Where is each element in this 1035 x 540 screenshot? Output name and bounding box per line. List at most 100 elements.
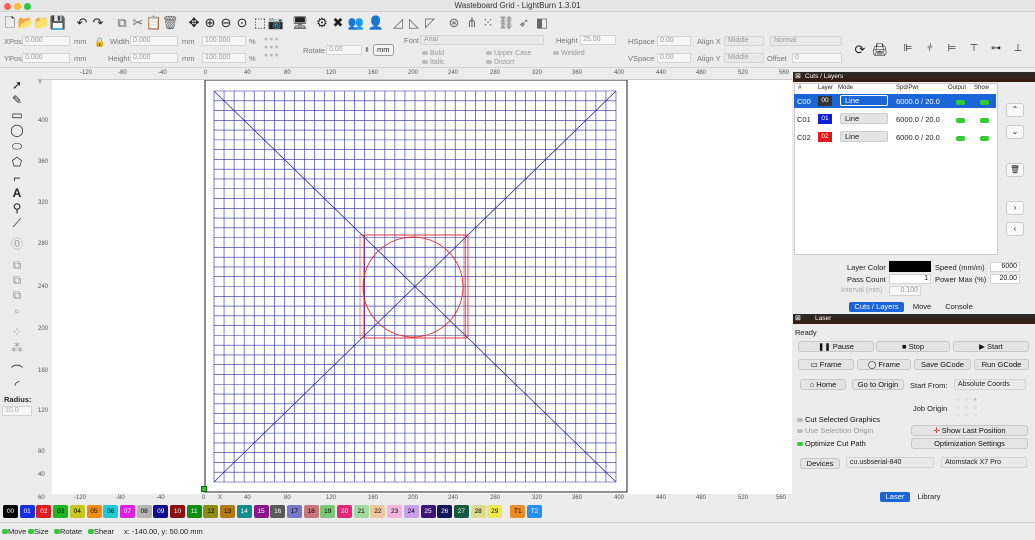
frame-button-1[interactable]: ▭ Frame [798, 359, 854, 370]
zoom-in-icon[interactable]: ⊕ [202, 13, 218, 31]
design-canvas[interactable] [52, 80, 792, 494]
device-select[interactable]: Atomstack X7 Pro [941, 457, 1027, 468]
palette-swatch-21[interactable]: 21 [353, 505, 369, 518]
output-toggle[interactable] [956, 134, 965, 143]
pass-count-field[interactable]: 1 [889, 274, 931, 284]
start-from-select[interactable]: Absolute Coords [954, 379, 1026, 390]
palette-swatch-12[interactable]: 12 [203, 505, 219, 518]
use-selection-origin-checkbox[interactable]: Use Selection Origin [797, 426, 873, 435]
align-top-icon[interactable]: ⊤ [966, 40, 982, 58]
alignx-select[interactable]: Middle [724, 36, 764, 46]
palette-swatch-07[interactable]: 07 [119, 505, 135, 518]
palette-swatch-16[interactable]: 16 [270, 505, 286, 518]
move-icon[interactable]: ✥ [186, 13, 202, 31]
circular-array-icon[interactable]: ⁂ [8, 341, 26, 355]
radius-field[interactable]: 10.0 [2, 406, 32, 416]
position-laser-icon[interactable]: ⚲ [8, 201, 26, 215]
size-toggle[interactable]: Size [28, 527, 49, 536]
optimization-settings-button[interactable]: Optimization Settings [911, 438, 1028, 449]
output-toggle[interactable] [956, 116, 965, 125]
monitor-icon[interactable]: 🖥 [292, 13, 309, 31]
aligny-select[interactable]: Middle [724, 53, 764, 63]
home-button[interactable]: ⌂ Home [800, 379, 846, 390]
zoom-out-icon[interactable]: ⊖ [218, 13, 234, 31]
cut-selected-checkbox[interactable]: Cut Selected Graphics [797, 415, 880, 424]
palette-swatch-13[interactable]: 13 [220, 505, 236, 518]
align-bottom-icon[interactable]: ⊥ [1010, 40, 1026, 58]
port-select[interactable]: cu.usbserial-840 [846, 457, 934, 468]
palette-swatch-20[interactable]: 20 [337, 505, 352, 518]
xpos-field[interactable]: 0.000 [22, 36, 70, 46]
output-toggle[interactable] [956, 98, 965, 107]
panel-close-icon[interactable]: ⊠ [795, 314, 801, 324]
palette-swatch-25[interactable]: 25 [420, 505, 436, 518]
panel-close-icon[interactable]: ⊠ [795, 72, 801, 82]
settings-icon[interactable]: ⚙ [314, 13, 330, 31]
palette-swatch-29[interactable]: 29 [487, 505, 503, 518]
chain-icon[interactable]: ⛓ [498, 13, 515, 31]
layer-row-c01[interactable]: C01 01 Line 6000.0 / 20.0 [794, 112, 996, 126]
shear-toggle[interactable]: Shear [88, 527, 114, 536]
tab-laser[interactable]: Laser [880, 492, 910, 502]
palette-swatch-19[interactable]: 19 [320, 505, 336, 518]
expand-right-button[interactable]: › [1006, 201, 1024, 215]
zoom-selection-icon[interactable]: ⬚ [252, 13, 268, 31]
align-right-icon[interactable]: ⊨ [944, 40, 960, 58]
target-icon[interactable]: ⊛ [446, 13, 462, 31]
paste-icon[interactable]: 📋 [146, 13, 162, 31]
palette-swatch-00[interactable]: 00 [3, 505, 18, 518]
canvas-svg[interactable] [52, 80, 792, 494]
laser-machine-icon[interactable]: 🖨 [872, 40, 889, 58]
refresh-icon[interactable]: ⟳ [852, 40, 868, 58]
tab-move[interactable]: Move [906, 302, 938, 312]
font-select[interactable]: Arial [420, 35, 544, 45]
start-button[interactable]: ▶ Start [953, 341, 1029, 352]
palette-swatch-11[interactable]: 11 [186, 505, 202, 518]
align-center-icon[interactable]: ⫩ [922, 40, 938, 58]
ellipse-tool-icon[interactable]: ◯ [8, 123, 26, 137]
palette-swatch-28[interactable]: 28 [470, 505, 486, 518]
palette-swatch-T2[interactable]: T2 [527, 505, 542, 518]
pentagon-tool-icon[interactable]: ⬠ [8, 155, 26, 169]
interval-field[interactable]: 0.100 [889, 286, 921, 296]
palette-swatch-18[interactable]: 18 [303, 505, 319, 518]
measure-tool-icon[interactable]: ⟋ [8, 216, 26, 230]
boolean-union-icon[interactable]: ⧉ [8, 258, 26, 272]
new-icon[interactable]: 🗋 [2, 13, 18, 31]
nodes-icon[interactable]: ⋔ [464, 13, 480, 31]
triangle-arrow-icon[interactable]: ◺ [406, 13, 422, 31]
hspace-field[interactable]: 0.00 [657, 36, 691, 46]
weld-icon[interactable]: ▫ [8, 304, 26, 318]
grid-array-icon[interactable]: ⁘ [8, 325, 26, 339]
mode-select[interactable]: Line [840, 113, 888, 124]
tools-icon[interactable]: ✖ [330, 13, 346, 31]
palette-swatch-T1[interactable]: T1 [510, 505, 526, 518]
palette-swatch-15[interactable]: 15 [253, 505, 269, 518]
palette-swatch-04[interactable]: 04 [69, 505, 85, 518]
collapse-left-button[interactable]: ‹ [1006, 222, 1024, 236]
open-icon[interactable]: 📂 [18, 13, 34, 31]
palette-swatch-08[interactable]: 08 [136, 505, 152, 518]
rotate-stepper-icon[interactable]: ⬍ [364, 46, 370, 54]
show-toggle[interactable] [980, 116, 989, 125]
arrow-icon[interactable]: ➶ [516, 13, 532, 31]
save-gcode-button[interactable]: Save GCode [914, 359, 971, 370]
show-last-position-button[interactable]: ✛ Show Last Position [911, 425, 1028, 436]
palette-swatch-01[interactable]: 01 [19, 505, 35, 518]
bold-checkbox[interactable]: Bold [422, 50, 444, 57]
rotate-field[interactable]: 0.00 [326, 45, 362, 55]
layer-color-swatch[interactable] [889, 261, 931, 272]
palette-swatch-02[interactable]: 02 [36, 505, 52, 518]
tab-library[interactable]: Library [913, 492, 945, 502]
edit-nodes-icon[interactable]: ✎ [8, 93, 26, 107]
tab-console[interactable]: Console [940, 302, 978, 312]
fill-icon[interactable]: ◧ [534, 13, 550, 31]
vspace-field[interactable]: 0.00 [657, 53, 691, 63]
rotate-toggle[interactable]: Rotate [54, 527, 82, 536]
boolean-intersect-icon[interactable]: ⧉ [8, 288, 26, 302]
units-toggle-button[interactable]: mm [373, 44, 394, 56]
mode-select[interactable]: Line [840, 95, 888, 106]
height-field[interactable]: 0.000 [130, 53, 178, 63]
text-style-select[interactable]: Normal [770, 36, 842, 46]
palette-swatch-22[interactable]: 22 [370, 505, 386, 518]
